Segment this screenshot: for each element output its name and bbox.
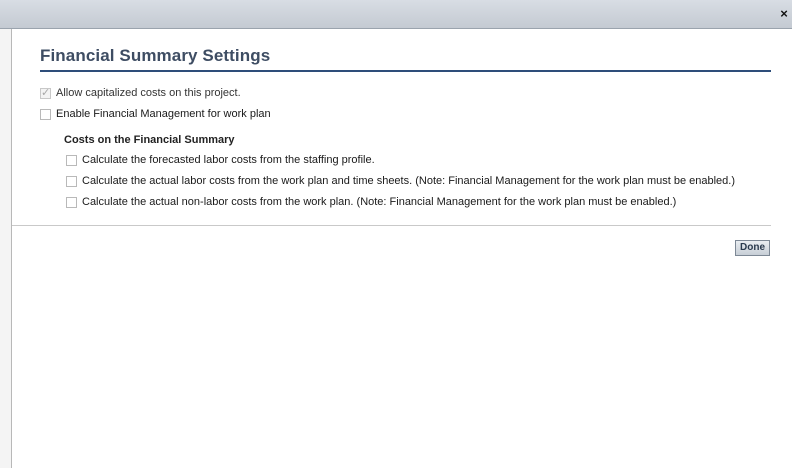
actual-labor-checkbox[interactable] — [66, 175, 77, 187]
allow-capitalized-label: Allow capitalized costs on this project. — [56, 87, 241, 99]
dialog-titlebar: × — [0, 0, 792, 29]
enable-fm-label: Enable Financial Management for work pla… — [56, 108, 271, 120]
allow-capitalized-row: ✓ Allow capitalized costs on this projec… — [40, 86, 241, 100]
checkmark-icon: ✓ — [41, 86, 51, 99]
forecasted-labor-label: Calculate the forecasted labor costs fro… — [82, 154, 375, 166]
left-shade — [0, 0, 12, 468]
dialog-title: Financial Summary Settings — [40, 46, 271, 65]
enable-fm-row: Enable Financial Management for work pla… — [40, 107, 271, 121]
allow-capitalized-checkbox[interactable]: ✓ — [40, 86, 51, 99]
enable-fm-checkbox[interactable] — [40, 108, 51, 120]
actual-labor-label: Calculate the actual labor costs from th… — [82, 175, 736, 187]
actual-non-labor-label: Calculate the actual non-labor costs fro… — [82, 196, 677, 208]
financial-summary-settings-dialog: × Financial Summary Settings ✓ Allow cap… — [0, 0, 792, 468]
done-button[interactable]: Done — [735, 240, 770, 256]
costs-item-actual-non-labor: Calculate the actual non-labor costs fro… — [66, 195, 676, 209]
costs-section-title: Costs on the Financial Summary — [64, 134, 235, 146]
close-icon[interactable]: × — [777, 7, 791, 21]
actual-non-labor-checkbox[interactable] — [66, 196, 77, 208]
costs-item-forecasted-labor: Calculate the forecasted labor costs fro… — [66, 153, 375, 167]
forecasted-labor-checkbox[interactable] — [66, 154, 77, 166]
footer-divider — [12, 225, 771, 226]
costs-item-actual-labor: Calculate the actual labor costs from th… — [66, 174, 735, 188]
title-rule — [40, 70, 771, 72]
